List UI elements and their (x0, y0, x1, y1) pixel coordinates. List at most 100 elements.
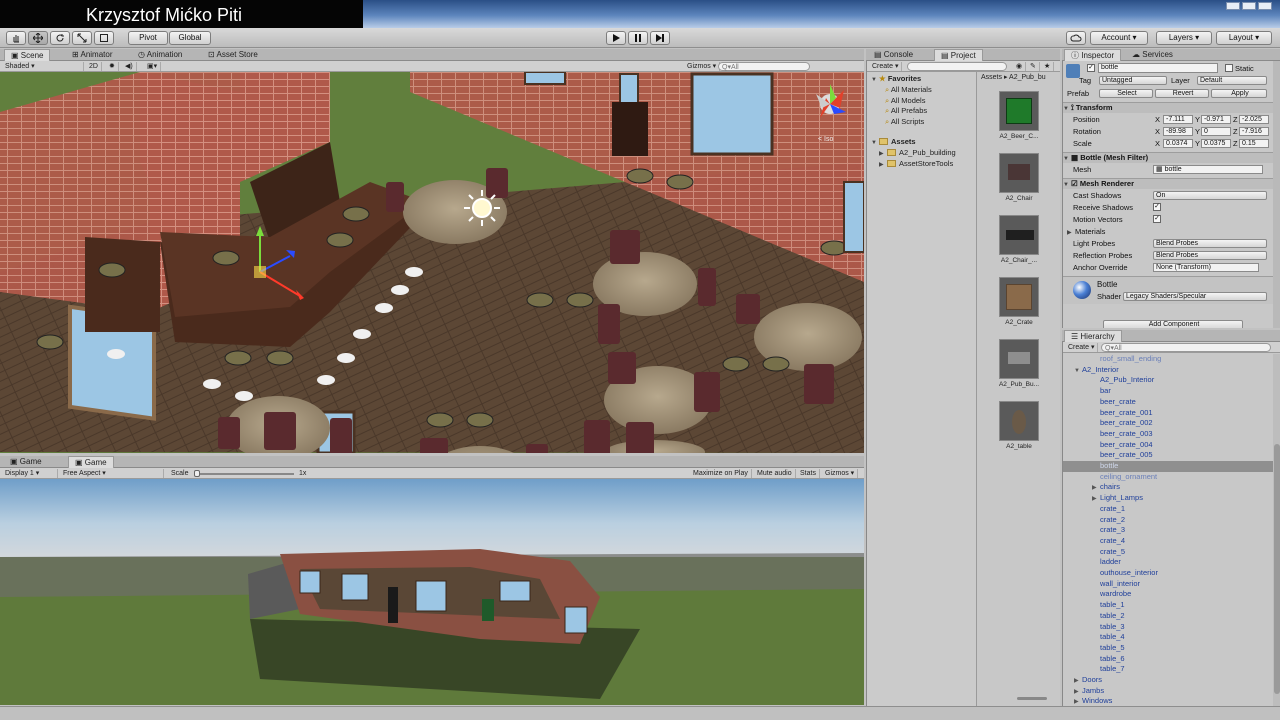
audio-toggle[interactable]: ◀) (122, 62, 137, 71)
mesh-object-field[interactable]: ▦ bottle (1153, 165, 1263, 174)
hierarchy-item[interactable]: outhouse_interior (1063, 568, 1273, 579)
scene-gizmo-label[interactable]: < Iso (818, 136, 833, 143)
hand-tool-button[interactable] (6, 31, 26, 45)
tab-console[interactable]: ▤ Console (868, 49, 919, 61)
transform-header[interactable]: ▼ ⟟ Transform (1063, 102, 1273, 113)
expand-closed-icon[interactable]: ▶ (1074, 697, 1082, 706)
receive-shadows-checkbox[interactable]: ✓ (1153, 203, 1161, 211)
hierarchy-scrollbar-thumb[interactable] (1274, 444, 1280, 694)
hierarchy-item[interactable]: beer_crate_003 (1063, 429, 1273, 440)
prefab-apply-button[interactable]: Apply (1211, 89, 1267, 98)
aspect-dropdown[interactable]: Free Aspect ▾ (60, 469, 164, 478)
hierarchy-item[interactable]: beer_crate (1063, 397, 1273, 408)
layers-dropdown[interactable]: Layers ▾ (1156, 31, 1212, 45)
position-y-field[interactable]: -0.971 (1201, 115, 1231, 124)
hierarchy-item[interactable]: ▶ Doors (1063, 675, 1273, 686)
shading-dropdown[interactable]: Shaded ▾ (2, 62, 84, 71)
hierarchy-item[interactable]: ▶ Light_Lamps (1063, 493, 1273, 504)
mesh-renderer-header[interactable]: ▼ ☑ Mesh Renderer (1063, 178, 1273, 189)
mute-audio-toggle[interactable]: Mute audio (754, 469, 796, 478)
hierarchy-item[interactable]: beer_crate_004 (1063, 440, 1273, 451)
scale-slider[interactable] (194, 473, 294, 475)
pause-button[interactable] (628, 31, 648, 45)
folder-assetstoretools[interactable]: ▶ AssetStoreTools (879, 159, 953, 170)
filter-type-icon[interactable]: ◉ (1013, 62, 1027, 71)
tab-animator[interactable]: ⊞ Animator (66, 49, 119, 61)
favorite-all-prefabs[interactable]: ⌕ All Prefabs (885, 106, 927, 117)
active-checkbox[interactable]: ✓ (1087, 64, 1095, 72)
filter-label-icon[interactable]: ✎ (1027, 62, 1040, 71)
scale-y-field[interactable]: 0.0375 (1201, 139, 1231, 148)
hierarchy-item[interactable]: table_4 (1063, 632, 1273, 643)
play-button[interactable] (606, 31, 626, 45)
hierarchy-item[interactable]: beer_crate_001 (1063, 408, 1273, 419)
scale-tool-button[interactable] (72, 31, 92, 45)
cast-shadows-dropdown[interactable]: On (1153, 191, 1267, 200)
display-dropdown[interactable]: Display 1 ▾ (2, 469, 58, 478)
tab-asset-store[interactable]: ⊡ Asset Store (202, 49, 264, 61)
favorite-star-icon[interactable]: ★ (1041, 62, 1055, 71)
mesh-filter-header[interactable]: ▼ ▦ Bottle (Mesh Filter) (1063, 152, 1273, 163)
maximize-icon[interactable] (1242, 2, 1256, 10)
hierarchy-item[interactable]: crate_4 (1063, 536, 1273, 547)
project-search-input[interactable] (907, 62, 1007, 71)
asset-item[interactable]: A2_Beer_C... (989, 91, 1049, 140)
prefab-select-button[interactable]: Select (1099, 89, 1153, 98)
project-breadcrumb[interactable]: Assets ▸ A2_Pub_bu (981, 73, 1046, 81)
tab-project[interactable]: ▤ Project (934, 49, 983, 61)
tab-game-1[interactable]: ▣ Game (4, 456, 48, 468)
game-view[interactable] (0, 479, 864, 705)
scale-x-field[interactable]: 0.0374 (1163, 139, 1193, 148)
layout-dropdown[interactable]: Layout ▾ (1216, 31, 1272, 45)
hierarchy-item[interactable]: ▶ Windows (1063, 696, 1273, 706)
hierarchy-item[interactable]: A2_Pub_Interior (1063, 375, 1273, 386)
maximize-on-play-toggle[interactable]: Maximize on Play (690, 469, 752, 478)
hierarchy-item[interactable]: wardrobe (1063, 589, 1273, 600)
hierarchy-item[interactable]: bar (1063, 386, 1273, 397)
static-checkbox[interactable] (1225, 64, 1233, 72)
tab-scene[interactable]: ▣ Scene (4, 49, 51, 61)
hierarchy-item[interactable]: table_3 (1063, 622, 1273, 633)
close-icon[interactable] (1258, 2, 1272, 10)
pivot-toggle[interactable]: Pivot (128, 31, 168, 45)
hierarchy-item[interactable]: wall_interior (1063, 579, 1273, 590)
asset-item[interactable]: A2_Crate (989, 277, 1049, 326)
effects-dropdown[interactable]: ▣▾ (144, 62, 162, 71)
lighting-toggle[interactable]: ✹ (106, 62, 119, 71)
hierarchy-item[interactable]: ladder (1063, 557, 1273, 568)
shader-dropdown[interactable]: Legacy Shaders/Specular (1123, 292, 1267, 301)
directional-light-icon[interactable] (464, 190, 500, 226)
position-z-field[interactable]: -2.025 (1239, 115, 1269, 124)
hierarchy-item[interactable]: table_5 (1063, 643, 1273, 654)
asset-item[interactable]: A2_Pub_Bu... (989, 339, 1049, 388)
tab-animation[interactable]: ◷ Animation (132, 49, 188, 61)
inspector-scrollbar[interactable] (1273, 61, 1280, 328)
game-gizmos-dropdown[interactable]: Gizmos ▾ (822, 469, 859, 478)
hierarchy-item[interactable]: ▼ A2_Interior (1063, 365, 1273, 376)
materials-foldout[interactable]: ▶ Materials (1067, 226, 1105, 237)
asset-item[interactable]: A2_Chair_... (989, 215, 1049, 264)
favorite-all-models[interactable]: ⌕ All Models (885, 96, 925, 107)
global-toggle[interactable]: Global (169, 31, 211, 45)
favorite-all-scripts[interactable]: ⌕ All Scripts (885, 117, 924, 128)
rect-tool-button[interactable] (94, 31, 114, 45)
mesh-renderer-enabled-checkbox[interactable]: ☑ (1071, 179, 1078, 188)
scale-z-field[interactable]: 0.15 (1239, 139, 1269, 148)
assets-header[interactable]: ▼ Assets (871, 137, 916, 148)
scene-search-input[interactable]: Q▾All (718, 62, 810, 71)
tag-dropdown[interactable]: Untagged (1099, 76, 1167, 85)
hierarchy-item[interactable]: ▶ Jambs (1063, 686, 1273, 697)
thumbnail-size-slider[interactable] (1017, 697, 1047, 700)
anchor-override-field[interactable]: None (Transform) (1153, 263, 1259, 272)
hierarchy-item[interactable]: crate_1 (1063, 504, 1273, 515)
stats-toggle[interactable]: Stats (797, 469, 820, 478)
step-button[interactable] (650, 31, 670, 45)
hierarchy-item[interactable]: crate_2 (1063, 515, 1273, 526)
layer-dropdown[interactable]: Default (1197, 76, 1267, 85)
hierarchy-item[interactable]: table_6 (1063, 654, 1273, 665)
prefab-revert-button[interactable]: Revert (1155, 89, 1209, 98)
tab-game-2[interactable]: ▣ Game (68, 456, 114, 468)
scene-gizmos-dropdown[interactable]: Gizmos ▾ (684, 62, 721, 71)
hierarchy-item[interactable]: table_7 (1063, 664, 1273, 675)
asset-item[interactable]: A2_Chair (989, 153, 1049, 202)
